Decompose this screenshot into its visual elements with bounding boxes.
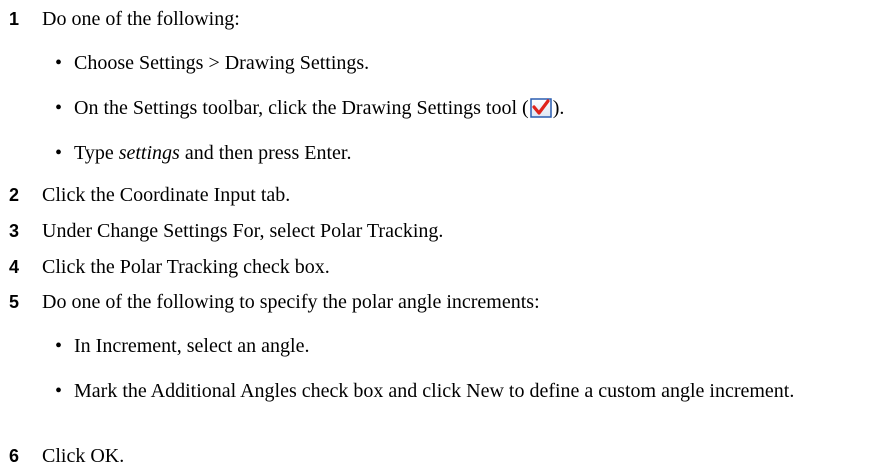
emphasis-text: settings (118, 142, 180, 164)
bullet-marker: • (55, 52, 63, 74)
bullet-text: Mark the Additional Angles check box and… (74, 380, 795, 402)
instruction-document: 1 Do one of the following: • Choose Sett… (0, 0, 883, 476)
bullet-text: Choose Settings > Drawing Settings. (74, 52, 370, 74)
step-text: Click the Coordinate Input tab. (42, 184, 291, 206)
drawing-settings-checkmark-icon (529, 98, 552, 118)
step-number: 4 (9, 257, 20, 277)
bullet-text-before: On the Settings toolbar, click the Drawi… (74, 97, 529, 119)
bullet-text-after: and then press Enter. (179, 142, 352, 164)
step-number: 6 (9, 446, 20, 466)
step-number: 2 (9, 185, 20, 205)
bullet-text-before: Type (74, 142, 119, 164)
step-number: 3 (9, 221, 20, 241)
step-text: Under Change Settings For, select Polar … (42, 220, 444, 242)
bullet-text: Type settings and then press Enter. (74, 143, 351, 163)
bullet-text-after: ). (552, 97, 565, 119)
bullet-marker: • (55, 97, 63, 119)
step-text: Click OK. (42, 445, 125, 467)
bullet-text: On the Settings toolbar, click the Drawi… (74, 98, 564, 118)
step-number: 5 (9, 292, 20, 312)
step-text: Click the Polar Tracking check box. (42, 256, 330, 278)
bullet-marker: • (55, 142, 63, 164)
bullet-marker: • (55, 380, 63, 402)
step-text: Do one of the following: (42, 8, 240, 30)
step-number: 1 (9, 9, 20, 29)
bullet-text: In Increment, select an angle. (74, 335, 310, 357)
bullet-marker: • (55, 335, 63, 357)
step-text: Do one of the following to specify the p… (42, 291, 540, 313)
